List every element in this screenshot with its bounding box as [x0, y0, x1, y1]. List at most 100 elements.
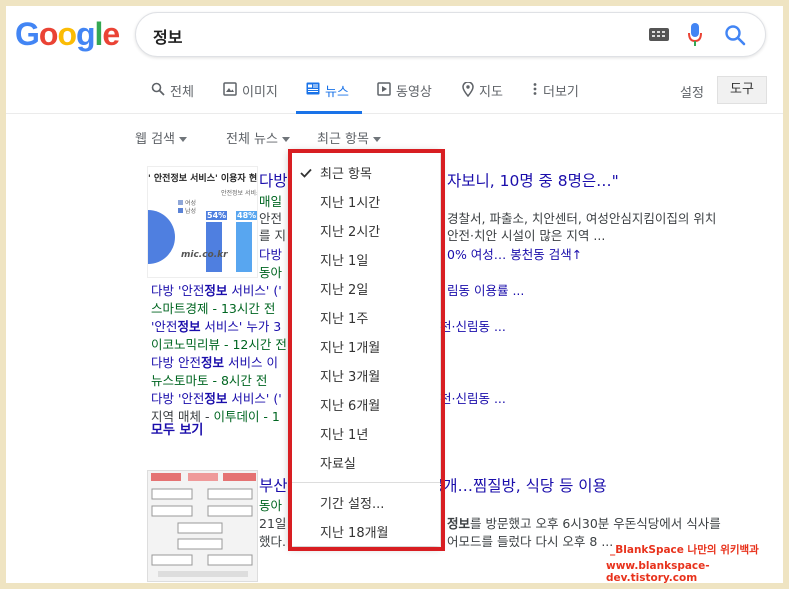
menu-item-past-2-hours[interactable]: 지난 2시간: [320, 221, 380, 240]
caret-down-icon: [281, 137, 290, 142]
source-name: 이투데이 - 1: [213, 409, 280, 424]
logo-letter: l: [94, 16, 104, 52]
menu-item-past-week[interactable]: 지난 1주: [320, 308, 368, 327]
menu-item-past-2-days[interactable]: 지난 2일: [320, 279, 368, 298]
filter-label: 최근 항목: [317, 132, 369, 147]
filter-web-search[interactable]: 웹 검색: [135, 128, 188, 147]
story-keyword: 정보: [200, 355, 224, 370]
play-icon: [377, 82, 391, 96]
related-story-title[interactable]: 다방 '안전정보 서비스' (': [151, 388, 282, 407]
tab-label: 지도: [479, 85, 503, 100]
related-story-tail[interactable]: 천·신림동 ...: [440, 316, 506, 335]
tab-label: 이미지: [242, 85, 278, 100]
story-title-part: 서비스' 누가 3: [200, 319, 282, 334]
legend-label: 안전정보 서비스: [221, 190, 258, 197]
filter-label: 전체 뉴스: [226, 132, 278, 147]
result-title-start[interactable]: 다방: [259, 169, 288, 191]
result-thumbnail[interactable]: [147, 470, 258, 582]
menu-item-past-year[interactable]: 지난 1년: [320, 424, 368, 443]
tab-images[interactable]: 이미지: [223, 81, 278, 114]
menu-item-past-18-months[interactable]: 지난 18개월: [320, 522, 389, 541]
image-icon: [223, 82, 237, 96]
result-title-end[interactable]: 자보니, 10명 중 8명은…": [447, 169, 619, 191]
thumbnail-diagram: [151, 473, 256, 577]
logo-letter: o: [38, 16, 59, 52]
story-title-part: 서비스 이: [224, 355, 278, 370]
keyboard-icon[interactable]: [649, 28, 669, 41]
menu-item-custom-range[interactable]: 기간 설정...: [320, 493, 384, 512]
tab-maps[interactable]: 지도: [462, 81, 503, 114]
story-title-part: 다방 '안전: [151, 283, 205, 298]
search-icon: [151, 82, 165, 96]
filter-all-news[interactable]: 전체 뉴스: [226, 128, 290, 147]
time-filter-dropdown: 최근 항목 지난 1시간 지난 2시간 지난 1일 지난 2일 지난 1주 지난…: [289, 150, 440, 546]
menu-divider: [289, 482, 440, 483]
menu-item-archives[interactable]: 자료실: [320, 453, 356, 472]
filter-recent[interactable]: 최근 항목: [317, 128, 381, 147]
microphone-icon[interactable]: [688, 23, 702, 51]
result-snippet: 안전·치안 시설이 많은 지역 ...: [447, 228, 606, 243]
result-snippet: 했다.: [259, 534, 286, 549]
related-story-title[interactable]: 다방 안전정보 서비스 이: [151, 352, 278, 371]
legend-label: 남성: [185, 208, 197, 215]
search-box[interactable]: 정보: [135, 12, 766, 57]
result-snippet: 어모드를 들렀다 다시 오후 8 ...: [447, 534, 614, 549]
tab-videos[interactable]: 동영상: [377, 81, 432, 114]
google-logo[interactable]: Google: [15, 16, 120, 53]
news-icon: [306, 82, 320, 95]
menu-item-past-month[interactable]: 지난 1개월: [320, 337, 380, 356]
logo-letter: g: [75, 16, 96, 52]
search-tabs: 전체 이미지 뉴스 동영상 지도 더보기 설정 도구: [6, 76, 783, 114]
story-keyword: 정보: [204, 391, 228, 406]
result-title-end[interactable]: 공개…찜질방, 식당 등 이용: [429, 474, 607, 496]
tab-label: 뉴스: [325, 85, 349, 100]
data-label: 48%: [236, 211, 257, 220]
related-story-source: 이코노믹리뷰 - 12시간 전: [151, 337, 287, 352]
tab-label: 동영상: [396, 85, 432, 100]
caret-down-icon: [372, 137, 381, 142]
result-source: 동아: [259, 498, 283, 513]
related-story-source: 뉴스토마토 - 8시간 전: [151, 373, 268, 388]
snippet-text: 를 방문했고 오후 6시30분 우돈식당에서 식사를: [470, 516, 721, 531]
result-snippet: 정보를 방문했고 오후 6시30분 우돈식당에서 식사를: [447, 513, 721, 532]
view-all-link[interactable]: 모두 보기: [151, 419, 203, 438]
logo-letter: e: [102, 16, 120, 52]
logo-letter: o: [57, 16, 77, 52]
related-story-title[interactable]: '안전정보 서비스' 누가 3: [151, 316, 281, 335]
related-story-tail[interactable]: 림동 이용률 ...: [447, 280, 524, 299]
result-source: 동아: [259, 265, 283, 280]
pin-icon: [462, 82, 474, 97]
data-label: 54%: [206, 211, 228, 220]
related-link[interactable]: 다방: [259, 244, 282, 263]
thumbnail-watermark: mic.co.kr: [181, 250, 228, 260]
settings-link[interactable]: 설정: [680, 82, 704, 101]
search-icon[interactable]: [724, 24, 746, 50]
menu-item-past-3-months[interactable]: 지난 3개월: [320, 366, 380, 385]
tab-all[interactable]: 전체: [151, 81, 194, 114]
caret-down-icon: [179, 137, 188, 142]
related-story-source: 스마트경제 - 13시간 전: [151, 301, 276, 316]
menu-item-past-6-months[interactable]: 지난 6개월: [320, 395, 380, 414]
tab-news[interactable]: 뉴스: [296, 81, 362, 114]
search-input[interactable]: 정보: [153, 24, 182, 48]
result-thumbnail[interactable]: ' 안전정보 서비스' 이용자 현 여성 남성 안전정보 서비스 54% 48%…: [147, 166, 258, 278]
menu-item-past-hour[interactable]: 지난 1시간: [320, 192, 380, 211]
menu-item-recent[interactable]: 최근 항목: [320, 163, 372, 182]
story-keyword: 정보: [204, 283, 228, 298]
story-title-part: 다방 '안전: [151, 391, 205, 406]
tab-more[interactable]: 더보기: [532, 81, 579, 114]
story-title-part: 서비스' (': [227, 283, 282, 298]
menu-item-past-day[interactable]: 지난 1일: [320, 250, 368, 269]
tools-button[interactable]: 도구: [717, 76, 767, 104]
related-story-tail[interactable]: 천·신림동 ...: [440, 388, 506, 407]
tab-label: 더보기: [543, 85, 579, 100]
related-story-title[interactable]: 다방 '안전정보 서비스' (': [151, 280, 282, 299]
result-title-start[interactable]: 부산: [259, 474, 288, 496]
related-link[interactable]: 0% 여성… 봉천동 검색↑: [447, 244, 582, 263]
result-snippet: 를 지: [259, 228, 286, 243]
browser-viewport: Google 정보 전체 이미지 뉴스 동영상 지도 더보기 설정 도구 웹 검…: [6, 6, 783, 583]
thumbnail-chart: [148, 200, 252, 272]
snippet-keyword: 정보: [447, 516, 471, 531]
checkmark-icon: [300, 163, 312, 182]
story-title-part: 다방 안전: [151, 355, 201, 370]
